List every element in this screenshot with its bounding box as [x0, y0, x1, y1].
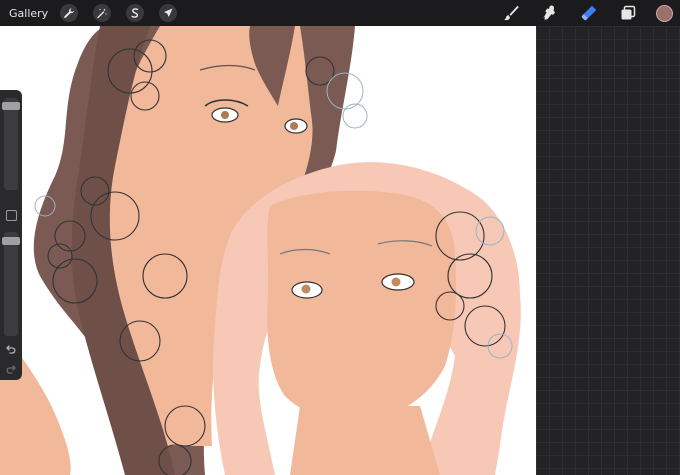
brush-icon: [503, 5, 519, 21]
top-toolbar: Gallery: [0, 0, 680, 26]
opacity-thumb[interactable]: [2, 237, 20, 245]
eraser-tool-button[interactable]: [578, 2, 600, 24]
right-tools: [500, 0, 680, 26]
undo-icon: [6, 345, 16, 354]
selection-button[interactable]: [126, 4, 145, 22]
transform-button[interactable]: [159, 4, 178, 22]
opacity-slider[interactable]: [2, 232, 20, 336]
arrow-cursor-icon: [164, 8, 173, 17]
gallery-button[interactable]: Gallery: [9, 7, 48, 20]
layers-button[interactable]: [617, 2, 639, 24]
canvas-grid-background: [536, 26, 680, 475]
adjustments-button[interactable]: [93, 4, 112, 22]
actions-button[interactable]: [60, 4, 79, 22]
color-swatch-button[interactable]: [656, 4, 673, 22]
brush-size-thumb[interactable]: [2, 102, 20, 110]
modify-button[interactable]: [6, 210, 17, 221]
selection-s-icon: [131, 8, 139, 18]
brush-tool-button[interactable]: [500, 2, 522, 24]
smudge-tool-button[interactable]: [539, 2, 561, 24]
artwork: [0, 26, 521, 475]
layers-icon: [621, 5, 636, 20]
left-sidebar: [0, 90, 22, 380]
redo-icon: [6, 365, 16, 374]
brush-size-slider[interactable]: [2, 98, 20, 190]
drawing-canvas[interactable]: [0, 26, 536, 475]
magic-wand-icon: [97, 8, 107, 19]
redo-button[interactable]: [3, 362, 19, 376]
light-neck: [290, 406, 440, 475]
smudge-icon: [543, 5, 556, 20]
wrench-icon: [64, 8, 75, 18]
light-hair-face: [267, 190, 457, 422]
eraser-icon: [581, 5, 597, 21]
undo-button[interactable]: [3, 342, 19, 356]
